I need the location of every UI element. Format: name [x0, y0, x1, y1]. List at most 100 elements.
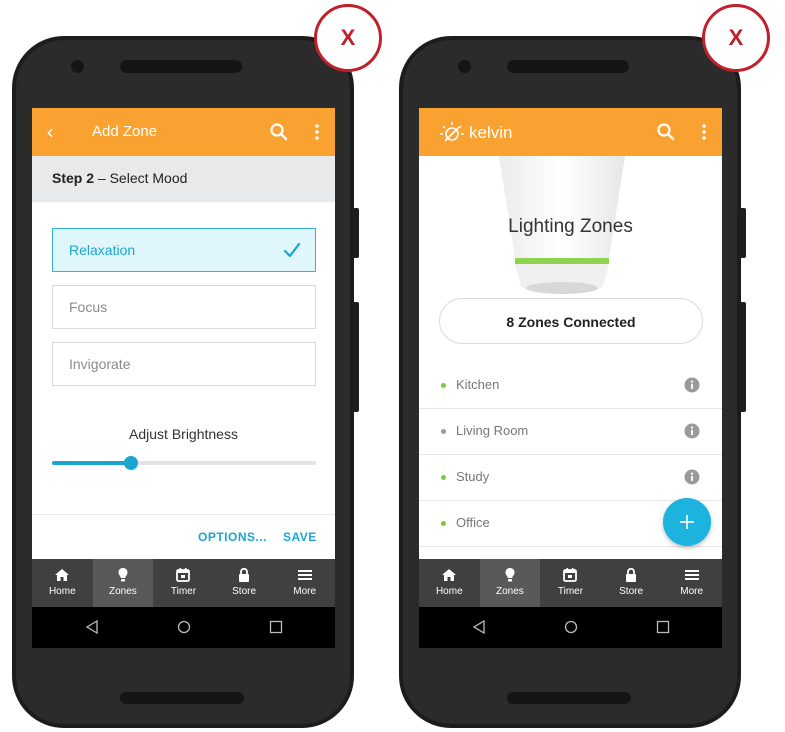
slider-thumb[interactable] — [124, 456, 139, 470]
mood-label: Invigorate — [69, 356, 131, 372]
zone-row-kitchen[interactable]: Kitchen — [419, 363, 722, 409]
search-icon[interactable] — [269, 122, 289, 142]
earpiece-speaker — [120, 60, 242, 73]
system-nav-bar — [419, 607, 722, 648]
nav-item-home[interactable]: Home — [32, 559, 93, 607]
status-dot — [441, 383, 446, 388]
sun-logo-icon — [440, 122, 464, 142]
app-bar: kelvin — [419, 108, 722, 156]
bottom-nav: Home Zones Timer Store More — [419, 559, 722, 607]
status-dot — [441, 521, 446, 526]
nav-label: Zones — [108, 586, 137, 597]
front-camera — [71, 60, 84, 73]
status-dot — [441, 429, 446, 434]
zone-row-living-room[interactable]: Living Room — [419, 409, 722, 455]
info-icon[interactable] — [684, 377, 700, 393]
lock-icon — [239, 567, 250, 582]
home-icon — [442, 569, 457, 581]
phone-add-zone: ‹ Add Zone Step 2 – Select Mood Relaxati… — [12, 36, 359, 728]
plus-icon — [680, 515, 694, 529]
brand: kelvin — [439, 120, 512, 146]
zone-label: Living Room — [456, 423, 529, 438]
mood-option-focus[interactable]: Focus — [52, 285, 316, 329]
zones-connected-button[interactable]: 8 Zones Connected — [439, 298, 703, 344]
info-icon[interactable] — [684, 423, 700, 439]
nav-label: Store — [232, 586, 257, 597]
home-icon — [55, 569, 70, 581]
menu-icon — [297, 570, 312, 580]
nav-item-timer[interactable]: Timer — [540, 559, 601, 607]
front-camera — [458, 60, 471, 73]
nav-label: Store — [619, 586, 644, 597]
mood-label: Relaxation — [69, 242, 136, 258]
app-bar: ‹ Add Zone — [32, 108, 335, 156]
slider-fill — [52, 461, 132, 465]
system-nav-bar — [32, 607, 335, 648]
search-icon[interactable] — [656, 122, 676, 142]
back-triangle-icon[interactable] — [471, 619, 487, 635]
nav-label: Timer — [170, 586, 197, 597]
mood-option-invigorate[interactable]: Invigorate — [52, 342, 316, 386]
close-label: X — [340, 25, 356, 50]
bottom-nav: Home Zones Timer Store More — [32, 559, 335, 607]
close-badge[interactable]: X — [314, 4, 382, 72]
more-vertical-icon[interactable] — [313, 122, 321, 142]
nav-item-home[interactable]: Home — [419, 559, 480, 607]
zone-row-study[interactable]: Study — [419, 455, 722, 501]
status-dot — [441, 475, 446, 480]
divider — [32, 514, 335, 515]
save-button[interactable]: SAVE — [283, 530, 317, 544]
add-zone-screen: ‹ Add Zone Step 2 – Select Mood Relaxati… — [32, 108, 335, 648]
nav-item-store[interactable]: Store — [601, 559, 662, 607]
nav-label: Home — [48, 586, 76, 597]
home-circle-icon[interactable] — [563, 619, 579, 635]
bulb-icon — [118, 568, 128, 582]
mood-option-relaxation[interactable]: Relaxation — [52, 228, 316, 272]
step-title: – Select Mood — [94, 170, 188, 186]
step-number: Step 2 — [52, 170, 95, 186]
zone-label: Study — [456, 469, 490, 484]
calendar-icon — [563, 568, 578, 582]
options-button[interactable]: OPTIONS... — [198, 530, 267, 544]
bottom-speaker — [120, 692, 244, 704]
zones-connected-label: 8 Zones Connected — [506, 314, 636, 330]
nav-label: Home — [435, 586, 463, 597]
close-label: X — [728, 25, 744, 50]
volume-button — [740, 208, 746, 258]
nav-item-more[interactable]: More — [274, 559, 335, 607]
page-title: Lighting Zones — [508, 216, 633, 237]
menu-icon — [684, 570, 699, 580]
nav-label: More — [293, 586, 317, 597]
nav-item-zones[interactable]: Zones — [479, 559, 541, 607]
info-icon[interactable] — [684, 469, 700, 485]
recents-square-icon[interactable] — [655, 619, 671, 635]
nav-item-more[interactable]: More — [661, 559, 722, 607]
back-triangle-icon[interactable] — [84, 619, 100, 635]
earpiece-speaker — [507, 60, 629, 73]
more-vertical-icon[interactable] — [700, 122, 708, 142]
brightness-slider[interactable] — [52, 456, 316, 470]
zone-label: Kitchen — [456, 377, 500, 392]
zone-label: Office — [456, 515, 490, 530]
nav-label: More — [680, 586, 704, 597]
power-button — [740, 302, 746, 412]
close-badge[interactable]: X — [702, 4, 770, 72]
checkmark-icon — [283, 242, 301, 258]
power-button — [353, 302, 359, 412]
lighting-zones-screen: kelvin Lighting Zones 8 Zones Connected … — [419, 108, 722, 648]
volume-button — [353, 208, 359, 258]
recents-square-icon[interactable] — [268, 619, 284, 635]
nav-item-timer[interactable]: Timer — [153, 559, 214, 607]
nav-label: Timer — [557, 586, 584, 597]
brightness-label: Adjust Brightness — [129, 426, 238, 442]
nav-item-zones[interactable]: Zones — [92, 559, 154, 607]
calendar-icon — [176, 568, 191, 582]
add-zone-fab[interactable] — [663, 498, 711, 546]
nav-item-store[interactable]: Store — [214, 559, 275, 607]
chevron-left-icon[interactable]: ‹ — [46, 120, 54, 144]
home-circle-icon[interactable] — [176, 619, 192, 635]
page-title: Add Zone — [92, 123, 158, 140]
nav-label: Zones — [495, 586, 524, 597]
bottom-speaker — [507, 692, 631, 704]
bulb-icon — [505, 568, 515, 582]
